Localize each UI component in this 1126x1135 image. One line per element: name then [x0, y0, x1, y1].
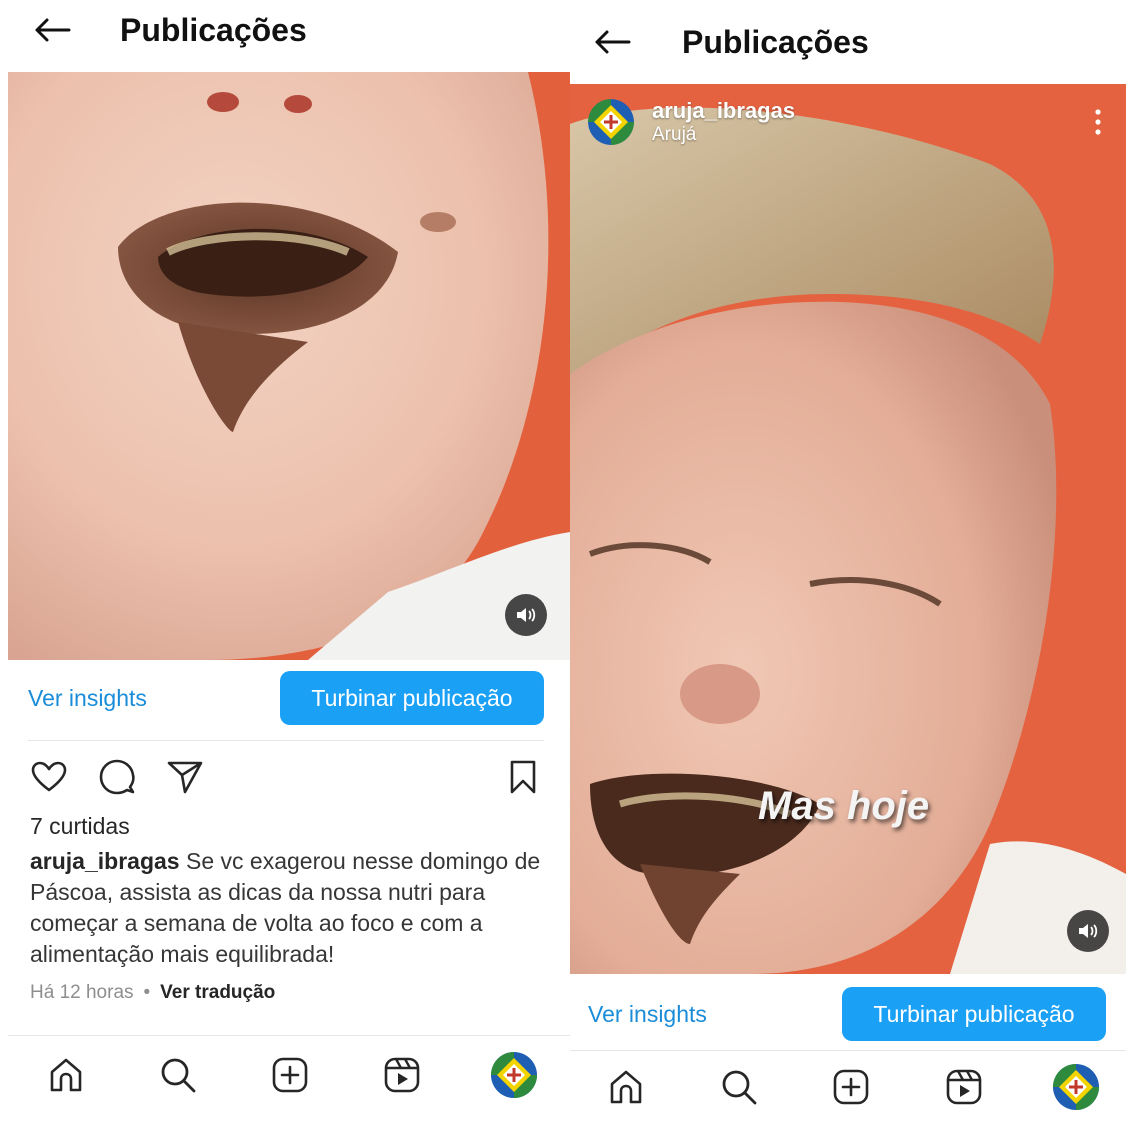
profile-avatar[interactable]	[1052, 1063, 1100, 1111]
bookmark-icon[interactable]	[504, 758, 542, 796]
share-send-icon[interactable]	[166, 758, 204, 796]
speaker-icon	[1079, 924, 1098, 938]
video-frame	[570, 84, 1126, 974]
back-arrow-icon[interactable]	[32, 15, 72, 45]
boost-post-button[interactable]: Turbinar publicação	[842, 987, 1106, 1041]
profile-avatar[interactable]	[490, 1051, 538, 1099]
search-icon[interactable]	[715, 1063, 763, 1111]
page-title: Publicações	[682, 23, 869, 60]
post-actions	[30, 757, 542, 797]
page-title: Publicações	[120, 11, 307, 48]
divider	[28, 740, 544, 741]
post-header: aruja_ibragas Arujá	[588, 98, 1108, 146]
post-username[interactable]: aruja_ibragas	[652, 98, 795, 124]
home-icon[interactable]	[42, 1051, 90, 1099]
reels-icon[interactable]	[378, 1051, 426, 1099]
post-location[interactable]: Arujá	[652, 124, 795, 146]
reels-icon[interactable]	[940, 1063, 988, 1111]
post-time: Há 12 horas	[30, 982, 134, 1003]
search-icon[interactable]	[154, 1051, 202, 1099]
create-icon[interactable]	[827, 1063, 875, 1111]
post-caption: aruja_ibragas Se vc exagerou nesse domin…	[30, 846, 550, 970]
home-icon[interactable]	[602, 1063, 650, 1111]
more-options-icon[interactable]	[1088, 107, 1108, 137]
caption-username[interactable]: aruja_ibragas	[30, 848, 180, 874]
bottom-nav	[602, 1062, 1100, 1112]
see-translation-link[interactable]: Ver tradução	[160, 982, 275, 1004]
view-insights-link[interactable]: Ver insights	[28, 685, 147, 712]
post-video[interactable]: aruja_ibragas Arujá Mas hoje	[570, 84, 1126, 974]
insights-bar: Ver insights Turbinar publicação	[570, 986, 1126, 1042]
post-author-avatar[interactable]	[588, 99, 634, 145]
video-frame	[8, 72, 570, 660]
header: Publicações	[0, 8, 570, 52]
left-screen: Publicações Ver insights Turbinar public…	[0, 0, 570, 1135]
create-icon[interactable]	[266, 1051, 314, 1099]
nav-divider	[8, 1035, 570, 1036]
speaker-icon	[517, 608, 536, 622]
sound-toggle-button[interactable]	[505, 594, 547, 636]
header: Publicações	[570, 20, 1126, 64]
post-video[interactable]	[8, 72, 570, 660]
right-screen: Publicações aruja_ibragas Arujá Mas hoje…	[570, 0, 1126, 1135]
comment-icon[interactable]	[98, 758, 136, 796]
separator-dot: •	[143, 982, 151, 1003]
view-insights-link[interactable]: Ver insights	[588, 1001, 707, 1028]
bottom-nav	[42, 1050, 538, 1100]
sound-toggle-button[interactable]	[1067, 910, 1109, 952]
boost-post-button[interactable]: Turbinar publicação	[280, 671, 544, 725]
video-overlay-text: Mas hoje	[758, 784, 930, 828]
like-heart-icon[interactable]	[30, 758, 68, 796]
insights-bar: Ver insights Turbinar publicação	[0, 670, 570, 726]
nav-divider	[570, 1050, 1126, 1051]
post-meta: Há 12 horas • Ver tradução	[30, 982, 275, 1004]
back-arrow-icon[interactable]	[592, 27, 632, 57]
like-count[interactable]: 7 curtidas	[30, 813, 130, 840]
